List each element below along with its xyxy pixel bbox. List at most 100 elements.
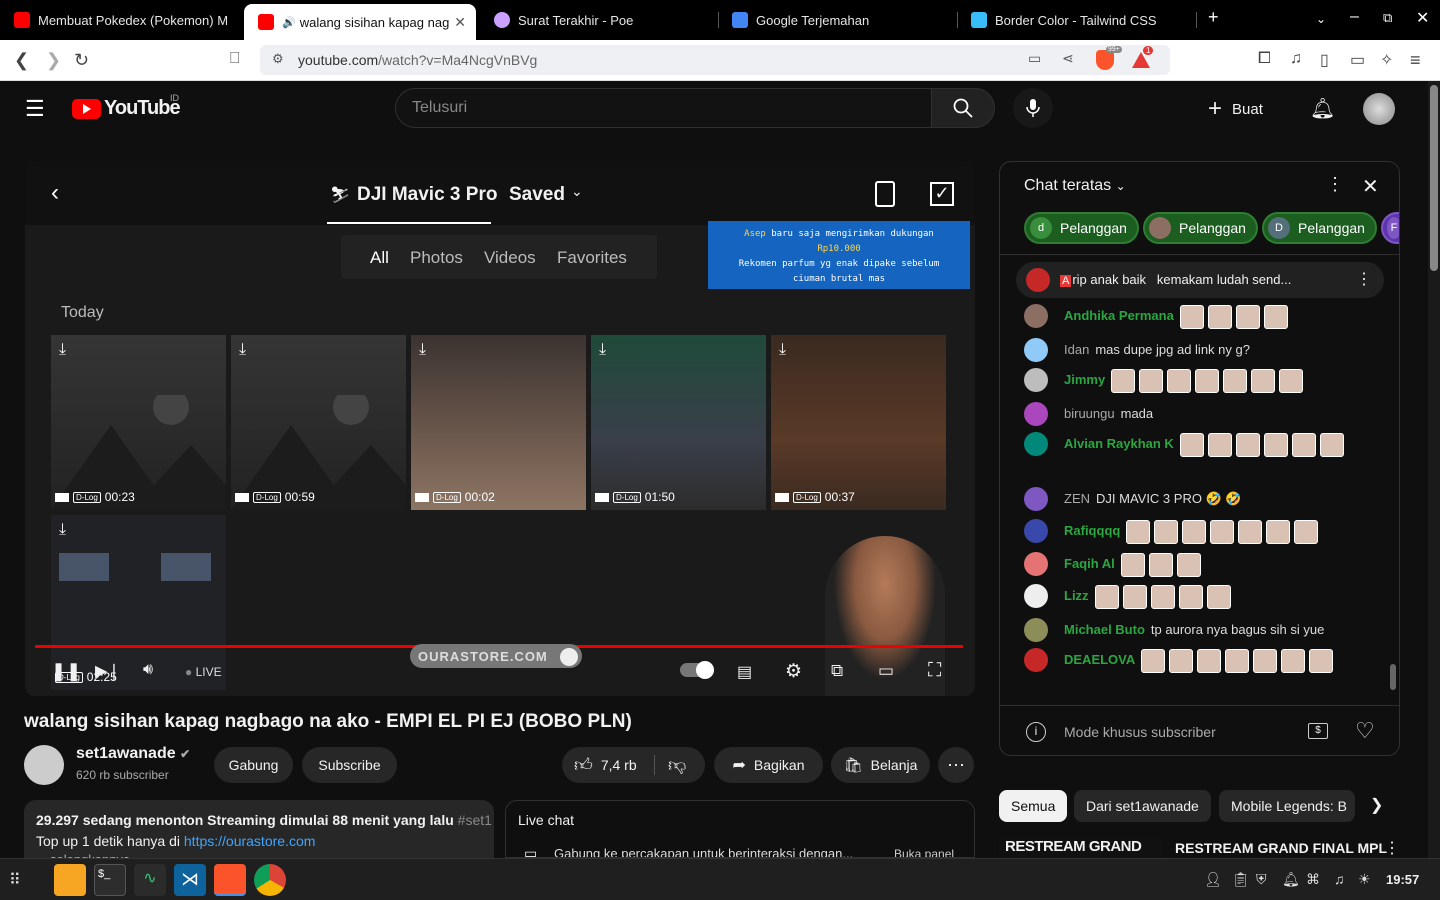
voice-search-button[interactable]: [1013, 88, 1053, 128]
create-button[interactable]: + Buat: [1208, 92, 1263, 126]
app-grid-icon[interactable]: ⠿: [9, 870, 21, 890]
chrome-app-icon[interactable]: [254, 864, 286, 896]
close-tab-icon[interactable]: ✕: [454, 14, 466, 31]
terminal-app-icon[interactable]: $_: [94, 864, 126, 896]
play-pause-icon[interactable]: ❚❚: [51, 661, 81, 682]
chat-author-name[interactable]: DEAELOVA: [1064, 652, 1135, 667]
pinned-message[interactable]: Arip anak baik kemakam ludah send... ⋮: [1016, 262, 1384, 298]
chat-message[interactable]: Rafiqqqq: [1024, 519, 1374, 546]
heart-icon[interactable]: ♡: [1355, 718, 1375, 744]
tab-tailwind[interactable]: Border Color - Tailwind CSS: [957, 0, 1195, 40]
close-chat-icon[interactable]: ✕: [1362, 174, 1379, 199]
member-chip[interactable]: D Pelanggan: [1262, 212, 1377, 244]
chat-scrollbar[interactable]: [1386, 254, 1398, 702]
channel-name[interactable]: set1awanade ✔: [76, 745, 190, 763]
live-indicator[interactable]: ● LIVE: [185, 665, 222, 679]
chat-message[interactable]: Lizz: [1024, 584, 1374, 611]
hashtag-link[interactable]: #set1: [458, 812, 492, 828]
ourastore-link[interactable]: https://ourastore.com: [184, 833, 316, 849]
theater-mode-icon[interactable]: ▭: [878, 661, 894, 681]
search-input[interactable]: Telusuri: [395, 88, 932, 128]
chat-message[interactable]: Faqih Al: [1024, 552, 1374, 579]
address-bar[interactable]: ⚙ youtube.com/watch?v=Ma4NcgVnBVg ▭ ⋖: [260, 45, 1170, 75]
site-settings-icon[interactable]: ⚙: [272, 51, 284, 67]
chat-author-name[interactable]: Lizz: [1064, 588, 1089, 603]
recommended-thumbnail[interactable]: RESTREAM GRAND FINAL: [999, 838, 1162, 858]
tab-translate[interactable]: Google Terjemahan: [718, 0, 956, 40]
leo-ai-icon[interactable]: ✧: [1380, 50, 1393, 70]
recommended-title[interactable]: RESTREAM GRAND FINAL MPL: [1175, 840, 1387, 856]
brave-app-icon[interactable]: [214, 864, 246, 896]
open-panel-button[interactable]: Buka panel: [894, 847, 954, 857]
minimize-icon[interactable]: –: [1350, 8, 1359, 26]
tab-poe[interactable]: Surat Terakhir - Poe: [480, 0, 718, 40]
chat-message[interactable]: Idan mas dupe jpg ad link ny g?: [1024, 338, 1374, 365]
filter-chip-mobile-legends[interactable]: Mobile Legends: B: [1219, 790, 1355, 822]
like-count[interactable]: 7,4 rb: [601, 757, 637, 773]
volume-icon[interactable]: 🔊︎: [143, 661, 153, 679]
chevron-right-icon[interactable]: ❯: [1370, 795, 1383, 815]
chat-author-name[interactable]: Rafiqqqq: [1064, 523, 1120, 538]
menu-icon[interactable]: ≡: [1410, 50, 1421, 71]
system-monitor-icon[interactable]: ∿: [134, 864, 166, 896]
wallet-icon[interactable]: ▭: [1350, 50, 1365, 70]
shield-icon[interactable]: ⛨: [1256, 871, 1267, 888]
extensions-icon[interactable]: ⧠: [1258, 50, 1271, 68]
account-avatar[interactable]: [1363, 93, 1395, 125]
shop-button[interactable]: 🛍︎ Belanja: [831, 747, 930, 783]
bookmark-icon[interactable]: ⎕: [230, 50, 240, 68]
chat-author-name[interactable]: biruungu: [1064, 406, 1115, 421]
tab-list-chevron-icon[interactable]: ⌄: [1316, 12, 1326, 26]
fullscreen-icon[interactable]: ⛶: [928, 660, 941, 682]
chat-message[interactable]: ZEN DJI MAVIC 3 PRO 🤣 🤣: [1024, 487, 1374, 514]
recommendation-menu-icon[interactable]: ⋮: [1384, 838, 1400, 858]
files-app-icon[interactable]: [54, 864, 86, 896]
autoplay-toggle[interactable]: [680, 661, 714, 679]
share-icon[interactable]: ⋖: [1062, 50, 1074, 67]
chat-author-name[interactable]: Faqih Al: [1064, 556, 1115, 571]
next-icon[interactable]: ▶❘: [95, 661, 121, 681]
chat-author-name[interactable]: Alvian Raykhan K: [1064, 436, 1174, 451]
chat-menu-icon[interactable]: ⋮: [1326, 174, 1344, 195]
notification-bell-icon[interactable]: 🔔︎: [1282, 871, 1300, 888]
miniplayer-icon[interactable]: ⧉: [831, 661, 843, 681]
back-icon[interactable]: ❮: [14, 50, 29, 71]
pinned-menu-icon[interactable]: ⋮: [1356, 269, 1372, 289]
tab-pokedex[interactable]: Membuat Pokedex (Pokemon) M: [0, 0, 238, 40]
notifications-bell-icon[interactable]: 🔔︎: [1310, 96, 1335, 121]
member-chip[interactable]: F: [1381, 212, 1399, 244]
media-icon[interactable]: ♫: [1290, 50, 1302, 68]
chat-author-name[interactable]: ZEN: [1064, 491, 1090, 506]
more-actions-icon[interactable]: ⋯: [938, 747, 974, 783]
brave-shields-icon[interactable]: [1096, 50, 1114, 70]
chat-author-name[interactable]: Jimmy: [1064, 372, 1105, 387]
join-button[interactable]: Gabung: [214, 747, 293, 783]
audio-icon[interactable]: ♫: [1334, 871, 1345, 887]
tab-walang-sisihan[interactable]: 🔊 walang sisihan kapag nag ✕: [244, 4, 476, 40]
settings-gear-icon[interactable]: ⚙: [785, 660, 802, 683]
brightness-icon[interactable]: ☀: [1358, 871, 1371, 888]
info-icon[interactable]: i: [1026, 722, 1046, 742]
member-chip[interactable]: d Pelanggan: [1024, 212, 1139, 244]
chat-message[interactable]: Michael Buto tp aurora nya bagus sih si y…: [1024, 618, 1374, 645]
clipboard-icon[interactable]: 📋︎: [1232, 871, 1250, 888]
share-button[interactable]: ➦ Bagikan: [714, 747, 823, 783]
chat-mode-dropdown[interactable]: Chat teratas ⌄: [1024, 177, 1126, 195]
thumbs-down-icon[interactable]: 👎︎: [668, 754, 686, 776]
forward-icon[interactable]: ❯: [46, 50, 61, 71]
chat-author-name[interactable]: Michael Buto: [1064, 622, 1145, 637]
maximize-icon[interactable]: ⧉: [1383, 10, 1392, 26]
chat-author-name[interactable]: Andhika Permana: [1064, 308, 1174, 323]
description-box[interactable]: 29.297 sedang menonton Streaming dimulai…: [24, 800, 494, 858]
thumbs-up-icon[interactable]: 👍︎: [574, 754, 593, 776]
vscode-app-icon[interactable]: ⋊: [174, 864, 206, 896]
user-icon[interactable]: 👤︎: [1204, 871, 1222, 888]
reload-icon[interactable]: ↻: [74, 50, 89, 71]
super-chat-icon[interactable]: $: [1308, 723, 1328, 739]
subtitles-icon[interactable]: ▤: [737, 662, 752, 682]
chat-author-name[interactable]: Idan: [1064, 342, 1089, 357]
chat-message[interactable]: DEAELOVA: [1024, 648, 1374, 675]
filter-chip-all[interactable]: Semua: [999, 790, 1068, 822]
chat-message[interactable]: Alvian Raykhan K: [1024, 432, 1374, 459]
youtube-logo-icon[interactable]: [72, 99, 101, 119]
